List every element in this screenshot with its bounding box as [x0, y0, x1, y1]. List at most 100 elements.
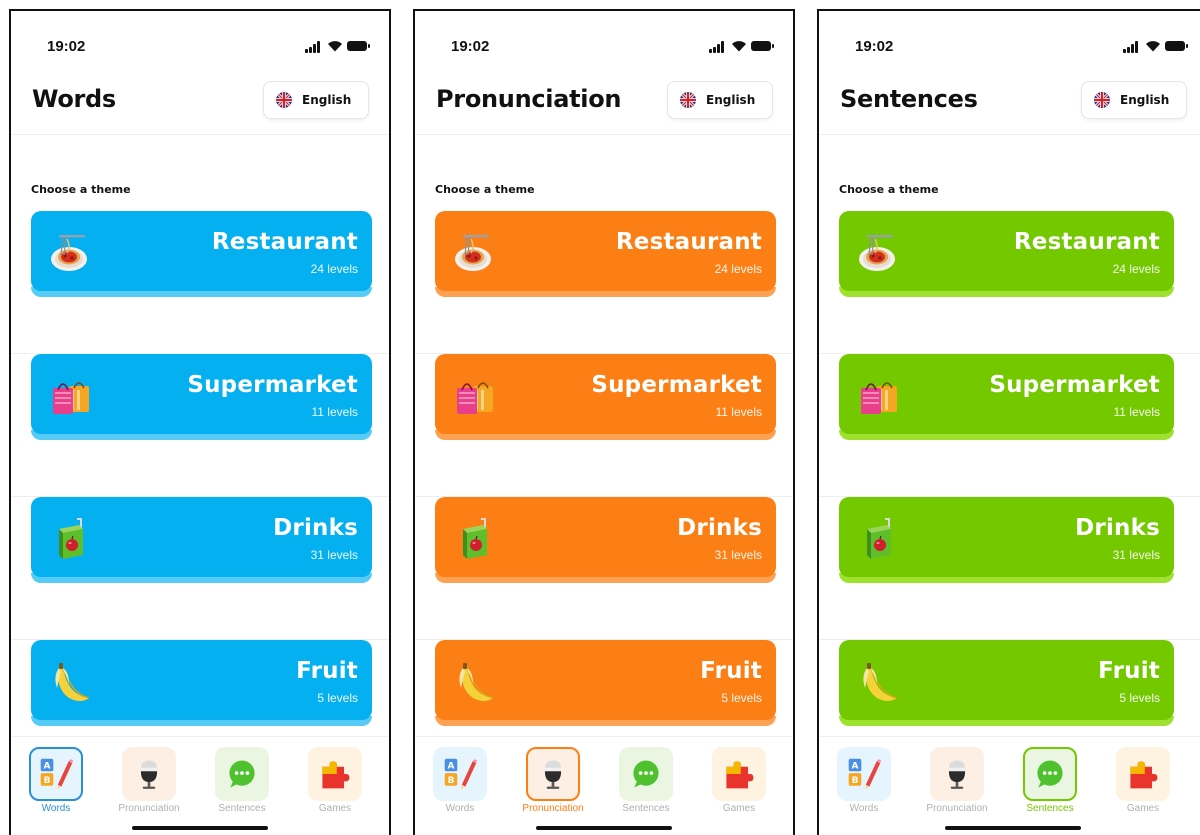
theme-levels: 11 levels [715, 405, 762, 419]
home-indicator [945, 826, 1081, 830]
tab-sentences[interactable]: Sentences [202, 747, 282, 814]
theme-name: Fruit [1098, 658, 1160, 684]
theme-card-fruit[interactable]: Fruit 5 levels [839, 640, 1174, 726]
phone-screen-words: 19:02 Words English Choose a theme Resta… [9, 9, 391, 835]
theme-card-drinks[interactable]: Drinks 31 levels [31, 497, 372, 583]
tab-pronunciation[interactable]: Pronunciation [109, 747, 189, 814]
shopping-bags-icon [47, 372, 95, 420]
section-label: Choose a theme [435, 183, 535, 196]
microphone-icon [122, 747, 176, 801]
theme-card-fruit[interactable]: Fruit 5 levels [435, 640, 776, 726]
microphone-icon [930, 747, 984, 801]
signal-icon [1123, 41, 1141, 53]
tab-label: Pronunciation [118, 803, 180, 814]
theme-card-drinks[interactable]: Drinks 31 levels [839, 497, 1174, 583]
theme-card-restaurant[interactable]: Restaurant 24 levels [435, 211, 776, 297]
juice-box-icon [451, 515, 499, 563]
wifi-icon [1146, 41, 1160, 52]
theme-levels: 11 levels [1113, 405, 1160, 419]
status-icons [709, 39, 774, 53]
tab-label: Sentences [1026, 803, 1074, 814]
tab-label: Sentences [218, 803, 266, 814]
juice-box-icon [855, 515, 903, 563]
status-icons [305, 39, 370, 53]
language-label: English [302, 93, 352, 107]
theme-name: Drinks [273, 515, 358, 541]
wifi-icon [732, 41, 746, 52]
svg-text:B: B [852, 776, 859, 786]
battery-icon [1165, 41, 1188, 51]
theme-name: Restaurant [211, 229, 358, 255]
tab-bar: A B Words Pronunciation Sentences Games [11, 736, 389, 835]
theme-levels: 24 levels [714, 262, 762, 276]
theme-card-drinks[interactable]: Drinks 31 levels [435, 497, 776, 583]
theme-row: Restaurant 24 levels [819, 211, 1200, 354]
home-indicator [536, 826, 672, 830]
tab-label: Pronunciation [522, 803, 584, 814]
tab-bar: A B Words Pronunciation Sentences Games [415, 736, 793, 835]
page-title: Sentences [840, 85, 978, 113]
tab-words[interactable]: A B Words [16, 747, 96, 814]
theme-levels: 11 levels [311, 405, 358, 419]
language-label: English [706, 93, 756, 107]
juice-box-icon [47, 515, 95, 563]
theme-levels: 24 levels [310, 262, 358, 276]
puzzle-piece-icon [308, 747, 362, 801]
language-button[interactable]: English [667, 81, 773, 119]
tab-words[interactable]: A B Words [420, 747, 500, 814]
theme-row: Drinks 31 levels [11, 497, 389, 640]
spaghetti-plate-icon [855, 229, 903, 277]
banana-icon [451, 658, 499, 706]
theme-card-restaurant[interactable]: Restaurant 24 levels [839, 211, 1174, 297]
uk-flag-icon [1094, 92, 1110, 108]
theme-name: Drinks [677, 515, 762, 541]
tab-pronunciation[interactable]: Pronunciation [917, 747, 997, 814]
tab-games[interactable]: Games [295, 747, 375, 814]
theme-card-supermarket[interactable]: Supermarket 11 levels [839, 354, 1174, 440]
tab-words[interactable]: A B Words [824, 747, 904, 814]
status-icons [1123, 39, 1188, 53]
theme-levels: 24 levels [1112, 262, 1160, 276]
tab-label: Pronunciation [926, 803, 988, 814]
tab-label: Words [41, 803, 71, 814]
status-bar: 19:02 [819, 11, 1200, 71]
language-button[interactable]: English [1081, 81, 1187, 119]
tab-pronunciation[interactable]: Pronunciation [513, 747, 593, 814]
theme-card-restaurant[interactable]: Restaurant 24 levels [31, 211, 372, 297]
theme-name: Supermarket [591, 372, 762, 398]
theme-levels: 5 levels [1119, 691, 1160, 705]
uk-flag-icon [276, 92, 292, 108]
language-button[interactable]: English [263, 81, 369, 119]
wifi-icon [328, 41, 342, 52]
banana-icon [855, 658, 903, 706]
battery-icon [751, 41, 774, 51]
tab-label: Games [722, 803, 756, 814]
tab-games[interactable]: Games [1103, 747, 1183, 814]
theme-card-supermarket[interactable]: Supermarket 11 levels [435, 354, 776, 440]
status-time: 19:02 [451, 38, 490, 55]
theme-list: Restaurant 24 levels Supermarket 11 levels D… [415, 211, 793, 783]
speech-bubble-icon [1023, 747, 1077, 801]
puzzle-piece-icon [1116, 747, 1170, 801]
section-label: Choose a theme [839, 183, 939, 196]
theme-name: Supermarket [989, 372, 1160, 398]
theme-levels: 31 levels [714, 548, 762, 562]
page-title: Pronunciation [436, 85, 622, 113]
tab-label: Sentences [622, 803, 670, 814]
tab-sentences[interactable]: Sentences [1010, 747, 1090, 814]
tab-games[interactable]: Games [699, 747, 779, 814]
speech-bubble-icon [619, 747, 673, 801]
svg-text:A: A [852, 762, 859, 772]
theme-card-supermarket[interactable]: Supermarket 11 levels [31, 354, 372, 440]
signal-icon [305, 41, 323, 53]
tab-sentences[interactable]: Sentences [606, 747, 686, 814]
signal-icon [709, 41, 727, 53]
page-title: Words [32, 85, 116, 113]
theme-name: Drinks [1075, 515, 1160, 541]
theme-row: Supermarket 11 levels [11, 354, 389, 497]
theme-row: Supermarket 11 levels [415, 354, 793, 497]
theme-card-fruit[interactable]: Fruit 5 levels [31, 640, 372, 726]
theme-levels: 31 levels [310, 548, 358, 562]
phone-screen-sentences: 19:02 Sentences English Choose a theme R… [817, 9, 1200, 835]
theme-levels: 5 levels [721, 691, 762, 705]
